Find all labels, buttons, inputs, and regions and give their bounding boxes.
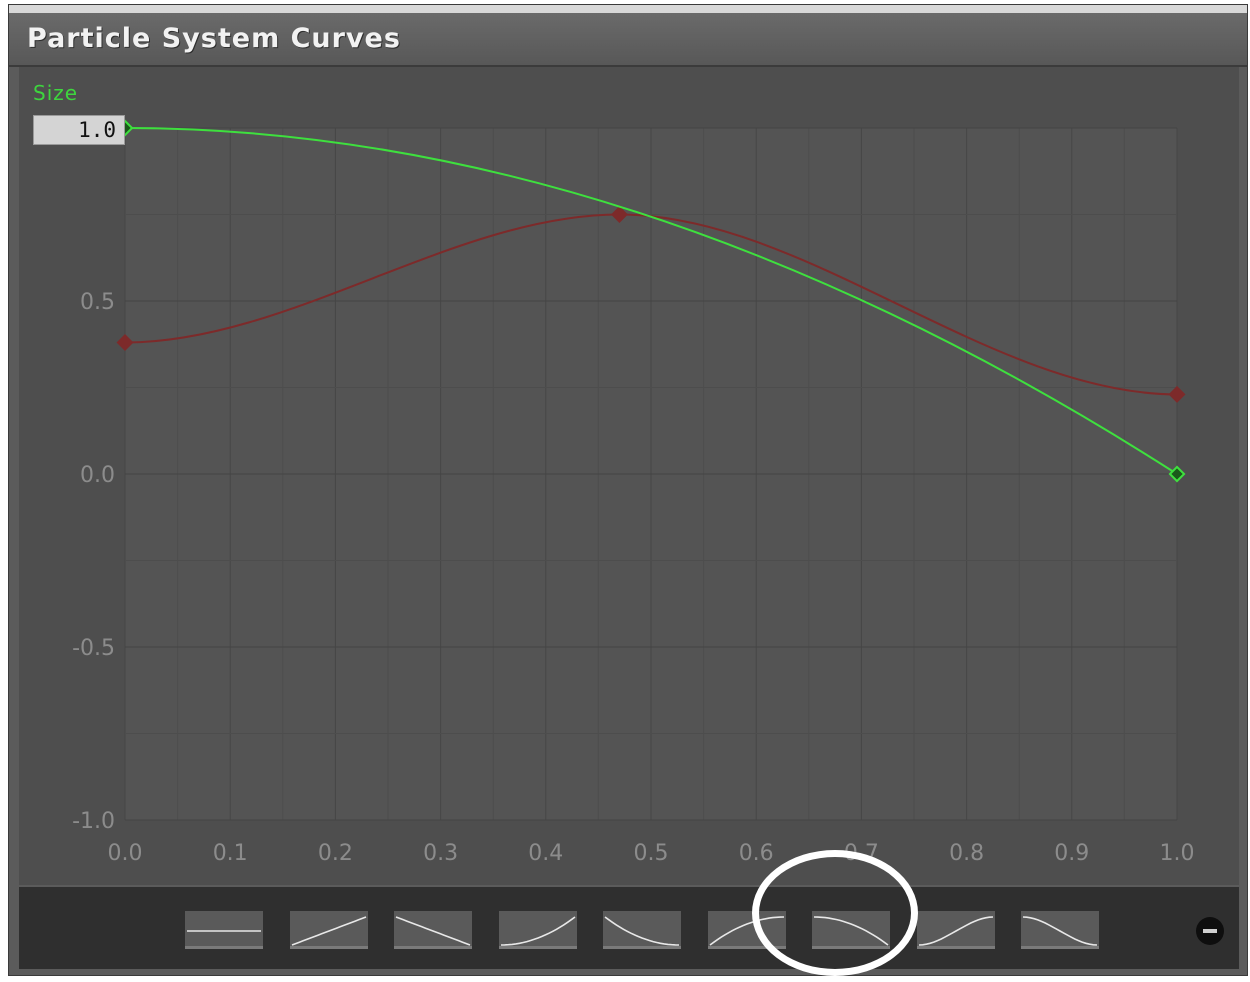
ease-out-up-preset-icon[interactable] <box>707 911 786 949</box>
window-title: Particle System Curves <box>27 23 401 54</box>
ease-in-down-preset-icon[interactable] <box>812 911 890 949</box>
max-value-field[interactable]: 1.0 <box>33 115 125 145</box>
x-tick-label: 0.2 <box>318 841 353 866</box>
preset-curve-glyph <box>918 916 993 946</box>
flat-line-preset-icon[interactable] <box>185 911 263 949</box>
ease-in-out-down-preset-icon[interactable] <box>1021 911 1099 949</box>
preset-curve-glyph <box>813 916 889 946</box>
ease-out-down-preset-icon[interactable] <box>603 911 681 949</box>
y-tick-label: -1.0 <box>72 809 115 834</box>
particle-system-curves-window: Particle System Curves 0.5 0.0 -0.5 -1.0 0.0… <box>8 4 1248 976</box>
y-tick-label: 0.5 <box>80 290 115 315</box>
preset-curve-glyph <box>500 916 575 946</box>
x-tick-label: 0.7 <box>844 841 879 866</box>
curve-presets-bar <box>19 887 1239 969</box>
linear-up-preset-icon[interactable] <box>289 911 368 949</box>
x-tick-label: 0.8 <box>949 841 984 866</box>
linear-down-preset-icon[interactable] <box>394 911 472 949</box>
x-tick-label: 0.0 <box>108 841 143 866</box>
title-bar[interactable]: Particle System Curves <box>9 13 1247 67</box>
curve-editor-area[interactable]: 0.5 0.0 -0.5 -1.0 0.0 0.1 0.2 0.3 0.4 0.5 0.6 0.7 0.… <box>19 67 1239 885</box>
x-tick-label: 1.0 <box>1160 841 1195 866</box>
x-tick-label: 0.6 <box>739 841 774 866</box>
window-top-strip <box>9 5 1247 13</box>
minus-circle-icon[interactable] <box>1196 917 1224 945</box>
x-tick-label: 0.5 <box>634 841 669 866</box>
x-tick-label: 0.3 <box>423 841 458 866</box>
y-tick-label: -0.5 <box>72 636 115 661</box>
preset-curve-glyph <box>291 916 366 946</box>
preset-curve-glyph <box>395 916 471 946</box>
x-tick-label: 0.9 <box>1054 841 1089 866</box>
x-tick-label: 0.4 <box>528 841 563 866</box>
preset-curve-glyph <box>604 916 680 946</box>
curve-graph[interactable]: 0.5 0.0 -0.5 -1.0 0.0 0.1 0.2 0.3 0.4 0.5 0.6 0.7 0.… <box>19 67 1239 885</box>
ease-in-up-preset-icon[interactable] <box>498 911 577 949</box>
y-tick-label: 0.0 <box>80 463 115 488</box>
curve-name-label: Size <box>33 81 79 105</box>
preset-curve-glyph <box>1022 916 1098 946</box>
preset-curve-glyph <box>187 930 261 932</box>
preset-curve-glyph <box>709 916 784 946</box>
ease-in-out-up-preset-icon[interactable] <box>916 911 995 949</box>
x-tick-label: 0.1 <box>213 841 248 866</box>
